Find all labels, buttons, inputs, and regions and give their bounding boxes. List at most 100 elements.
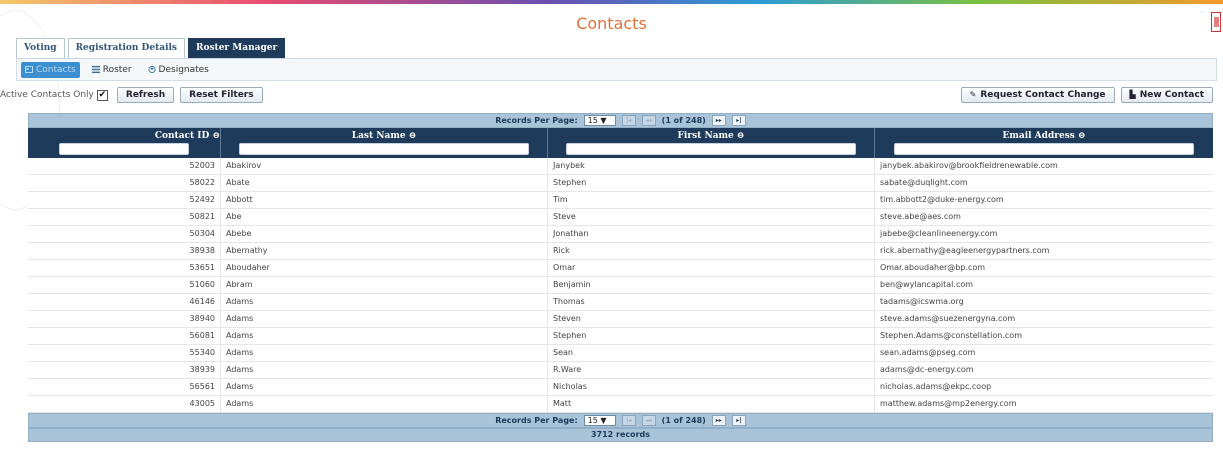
- last-name-cell: Abernathy: [221, 243, 548, 259]
- table-row[interactable]: 38940 Adams Steven steve.adams@suezenergyna…: [28, 311, 1213, 328]
- last-name-cell: Adams: [221, 362, 548, 378]
- last-name-cell: Aboudaher: [221, 260, 548, 276]
- column-first-name[interactable]: First Name ⊖: [548, 128, 875, 158]
- table-row[interactable]: 43005 Adams Matt matthew.adams@mp2energy.co…: [28, 396, 1213, 413]
- email-cell: sean.adams@pseg.com: [880, 348, 976, 357]
- column-last-name[interactable]: Last Name ⊖: [221, 128, 548, 158]
- new-contact-button[interactable]: ▙ New Contact: [1120, 87, 1213, 103]
- pager-top: Records Per Page: 15 ▼ |◂ ◂◂ (1 of 248) …: [28, 113, 1213, 128]
- contact-id-cell: 51060: [28, 277, 221, 293]
- contact-id-cell: 46146: [28, 294, 221, 310]
- table-row[interactable]: 56561 Adams Nicholas nicholas.adams@ekpc.co…: [28, 379, 1213, 396]
- tab-roster-manager[interactable]: Roster Manager: [187, 38, 286, 58]
- first-name-cell: Matt: [548, 396, 875, 412]
- first-name-cell: Steve: [548, 209, 875, 225]
- contact-id-filter-input[interactable]: [59, 143, 189, 155]
- records-per-page-label: Records Per Page:: [495, 116, 578, 125]
- records-per-page-select[interactable]: 15 ▼: [583, 415, 616, 426]
- prev-page-button[interactable]: ◂◂: [641, 115, 656, 126]
- table-row[interactable]: 38938 Abernathy Rick rick.abernathy@eagleen…: [28, 243, 1213, 260]
- active-contacts-checkbox[interactable]: ✔: [96, 89, 108, 101]
- last-name-cell: Abakirov: [221, 158, 548, 174]
- first-name-cell: Tim: [548, 192, 875, 208]
- email-cell: tadams@icswma.org: [880, 297, 964, 306]
- subnav-contacts[interactable]: Contacts: [21, 61, 80, 78]
- request-contact-change-button[interactable]: ✎ Request Contact Change: [960, 87, 1115, 103]
- first-name-cell: Stephen: [548, 175, 875, 191]
- table-row[interactable]: 56081 Adams Stephen Stephen.Adams@constella…: [28, 328, 1213, 345]
- next-page-button[interactable]: ▸▸: [711, 115, 726, 126]
- email-cell: nicholas.adams@ekpc.coop: [880, 382, 992, 391]
- last-name-cell: Adams: [221, 396, 548, 412]
- next-page-button[interactable]: ▸▸: [711, 415, 726, 426]
- last-page-button[interactable]: ▸|: [731, 115, 746, 126]
- last-name-cell: Adams: [221, 345, 548, 361]
- email-cell: steve.adams@suezenergyna.com: [880, 314, 1016, 323]
- subnav-roster[interactable]: Roster: [88, 62, 136, 78]
- subnav-designates[interactable]: Designates: [144, 62, 213, 78]
- tab-voting[interactable]: Voting: [16, 38, 65, 58]
- subnav-contacts-label: Contacts: [36, 64, 76, 75]
- table-header: Contact ID ⊖ Last Name ⊖ First Name ⊖ Em…: [28, 128, 1213, 158]
- last-name-filter-input[interactable]: [239, 143, 529, 155]
- column-contact-id[interactable]: Contact ID ⊖: [28, 128, 221, 158]
- email-cell: matthew.adams@mp2energy.com: [880, 399, 1017, 408]
- first-name-cell: Jonathan: [548, 226, 875, 242]
- table-row[interactable]: 50304 Abebe Jonathan jabebe@cleanlineenergy…: [28, 226, 1213, 243]
- reset-filters-button[interactable]: Reset Filters: [180, 87, 263, 103]
- last-name-cell: Adams: [221, 328, 548, 344]
- email-cell: ben@wylancapital.com: [880, 280, 974, 289]
- column-email-address[interactable]: Email Address ⊖: [875, 128, 1213, 158]
- last-page-button[interactable]: ▸|: [731, 415, 746, 426]
- first-page-button[interactable]: |◂: [621, 115, 636, 126]
- first-name-cell: Stephen: [548, 328, 875, 344]
- table-row[interactable]: 52492 Abbott Tim tim.abbott2@duke-energy.co…: [28, 192, 1213, 209]
- email-cell: adams@dc-energy.com: [880, 365, 974, 374]
- first-name-cell: Nicholas: [548, 379, 875, 395]
- subnav-designates-label: Designates: [158, 64, 209, 75]
- first-name-cell: R.Ware: [548, 362, 875, 378]
- subnav: Contacts Roster Designates: [16, 59, 1217, 81]
- contact-card-icon: [25, 66, 33, 73]
- table-row[interactable]: 55340 Adams Sean sean.adams@pseg.com: [28, 345, 1213, 362]
- first-page-button[interactable]: |◂: [621, 415, 636, 426]
- subnav-roster-label: Roster: [102, 64, 132, 75]
- contact-id-cell: 50821: [28, 209, 221, 225]
- first-name-cell: Rick: [548, 243, 875, 259]
- last-name-cell: Abebe: [221, 226, 548, 242]
- email-cell: jabebe@cleanlineenergy.com: [880, 229, 998, 238]
- email-cell: janybek.abakirov@brookfieldrenewable.com: [880, 161, 1058, 170]
- table-row[interactable]: 46146 Adams Thomas tadams@icswma.org: [28, 294, 1213, 311]
- request-contact-change-label: Request Contact Change: [980, 90, 1106, 100]
- email-filter-input[interactable]: [894, 143, 1194, 155]
- pencil-icon: ✎: [969, 90, 977, 99]
- table-row[interactable]: 52003 Abakirov Janybek janybek.abakirov@bro…: [28, 158, 1213, 175]
- email-cell: rick.abernathy@eagleenergypartners.com: [880, 246, 1050, 255]
- toolbar: Active Contacts Only ✔ Refresh Reset Fil…: [0, 86, 1213, 104]
- table-row[interactable]: 58022 Abate Stephen sabate@duqlight.com: [28, 175, 1213, 192]
- first-name-cell: Omar: [548, 260, 875, 276]
- contact-id-cell: 56561: [28, 379, 221, 395]
- table-row[interactable]: 38939 Adams R.Ware adams@dc-energy.com: [28, 362, 1213, 379]
- active-contacts-label: Active Contacts Only: [0, 90, 94, 100]
- first-name-cell: Benjamin: [548, 277, 875, 293]
- tab-registration-details[interactable]: Registration Details: [67, 38, 185, 58]
- table-row[interactable]: 51060 Abram Benjamin ben@wylancapital.com: [28, 277, 1213, 294]
- column-email-address-label: Email Address ⊖: [1002, 131, 1086, 141]
- refresh-button[interactable]: Refresh: [116, 87, 175, 103]
- brand-color-bar: [0, 0, 1223, 4]
- contacts-table: Records Per Page: 15 ▼ |◂ ◂◂ (1 of 248) …: [28, 113, 1213, 442]
- last-name-cell: Abram: [221, 277, 548, 293]
- prev-page-button[interactable]: ◂◂: [641, 415, 656, 426]
- new-contact-label: New Contact: [1139, 90, 1204, 100]
- table-row[interactable]: 50821 Abe Steve steve.abe@aes.com: [28, 209, 1213, 226]
- contact-id-cell: 38940: [28, 311, 221, 327]
- last-name-cell: Abe: [221, 209, 548, 225]
- table-row[interactable]: 53651 Aboudaher Omar Omar.aboudaher@bp.com: [28, 260, 1213, 277]
- column-contact-id-label: Contact ID ⊖: [154, 131, 220, 141]
- page-title: Contacts: [576, 14, 647, 33]
- contact-id-cell: 52492: [28, 192, 221, 208]
- records-per-page-select[interactable]: 15 ▼: [583, 115, 616, 126]
- first-name-filter-input[interactable]: [566, 143, 856, 155]
- user-circle-icon: [148, 66, 156, 73]
